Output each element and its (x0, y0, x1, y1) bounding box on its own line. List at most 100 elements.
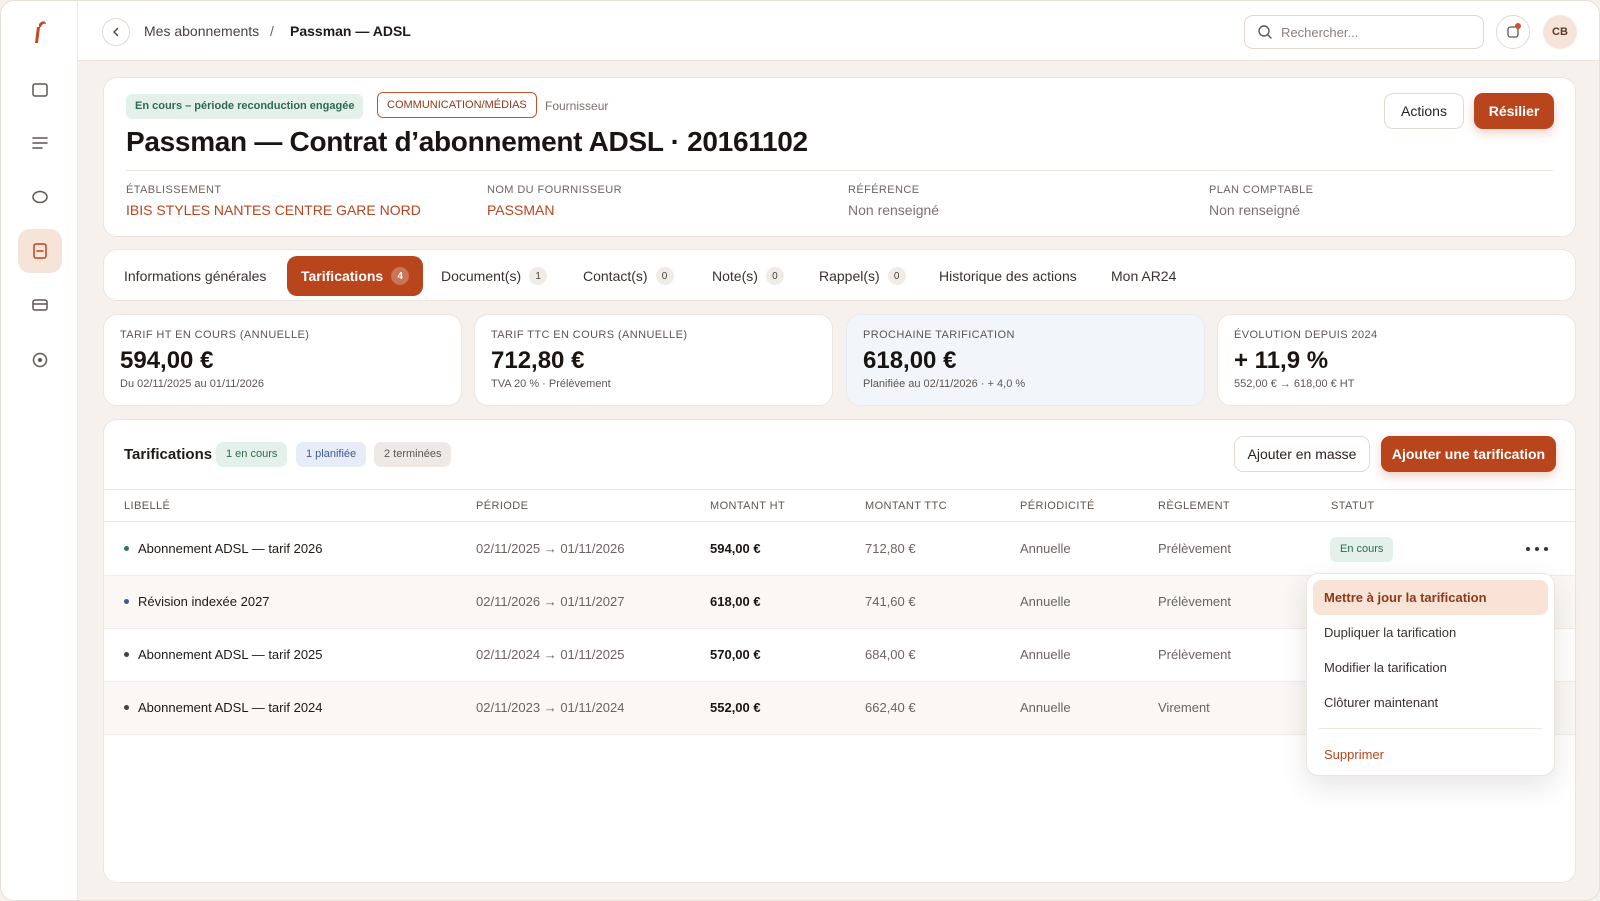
column-header-label: LIBELLÉ (124, 500, 171, 512)
column-header-periodicity: PÉRIODICITÉ (1020, 500, 1095, 512)
tab-count: 0 (765, 267, 784, 285)
tab-contacts[interactable]: Contact(s) 0 (569, 256, 688, 296)
tab-label: Mon AR24 (1111, 268, 1177, 284)
meta-chart-of-accounts: PLAN COMPTABLE Non renseigné (1209, 184, 1313, 218)
row-actions-menu: Mettre à jour la tarification Dupliquer … (1306, 573, 1555, 776)
menu-item-update[interactable]: Mettre à jour la tarification (1313, 580, 1548, 615)
tab-ar24[interactable]: Mon AR24 (1097, 256, 1190, 296)
tab-count: 0 (655, 267, 674, 285)
sidebar-item-subscriptions[interactable] (18, 229, 62, 273)
add-bulk-button[interactable]: Ajouter en masse (1234, 436, 1370, 472)
table-row[interactable]: Abonnement ADSL — tarif 2026 02/11/2025 … (104, 523, 1575, 576)
row-payment: Virement (1158, 700, 1210, 715)
chevron-left-icon (113, 27, 119, 37)
resilier-button[interactable]: Résilier (1474, 93, 1554, 129)
tab-history[interactable]: Historique des actions (925, 256, 1091, 296)
meta-establishment: ÉTABLISSEMENT IBIS STYLES NANTES CENTRE … (126, 184, 421, 218)
sidebar-item-settings[interactable] (18, 338, 62, 382)
kpi-value: + 11,9 % (1234, 347, 1329, 374)
tab-tarifications[interactable]: Tarifications 4 (287, 256, 424, 296)
establishment-link[interactable]: IBIS STYLES NANTES CENTRE GARE NORD (126, 202, 421, 218)
kpi-card-ttc: TARIF TTC EN COURS (ANNUELLE) 712,80 € T… (474, 314, 833, 406)
tab-count: 1 (529, 267, 548, 285)
row-payment: Prélèvement (1158, 541, 1231, 556)
status-dot (124, 652, 129, 657)
circle-icon (32, 190, 48, 204)
row-amount-ht: 552,00 € (710, 700, 761, 715)
chip-terminees: 2 terminées (374, 442, 452, 467)
header-divider (126, 170, 1553, 171)
sidebar-item-list[interactable] (18, 121, 62, 165)
table-header: LIBELLÉ PÉRIODE MONTANT HT MONTANT TTC P… (104, 489, 1575, 522)
card-icon (32, 299, 48, 311)
menu-item-delete[interactable]: Supprimer (1313, 737, 1548, 772)
tab-general-info[interactable]: Informations générales (110, 256, 280, 296)
tab-label: Informations générales (124, 268, 267, 284)
table-title: Tarifications (124, 446, 213, 463)
column-header-period: PÉRIODE (476, 500, 529, 512)
menu-item-duplicate[interactable]: Dupliquer la tarification (1313, 615, 1548, 650)
meta-label: RÉFÉRENCE (848, 184, 920, 196)
row-label-text: Abonnement ADSL — tarif 2026 (138, 541, 323, 556)
menu-divider (1319, 728, 1542, 729)
row-period: 02/11/2026 → 01/11/2027 (476, 594, 625, 609)
row-period: 02/11/2024 → 01/11/2025 (476, 647, 625, 662)
row-label: Abonnement ADSL — tarif 2024 (124, 700, 323, 715)
tab-notes[interactable]: Note(s) 0 (698, 256, 798, 296)
row-payment: Prélèvement (1158, 647, 1231, 662)
kpi-value: 594,00 € (120, 347, 214, 374)
reference-value: Non renseigné (848, 202, 940, 218)
back-button[interactable] (102, 18, 130, 46)
sidebar-item-payments[interactable] (18, 283, 62, 327)
status-badge: En cours – période reconduction engagée (126, 94, 364, 119)
row-periodicity: Annuelle (1020, 541, 1071, 556)
column-header-payment: RÈGLEMENT (1158, 500, 1231, 512)
kpi-card-evolution: ÉVOLUTION DEPUIS 2024 + 11,9 % 552,00 € … (1217, 314, 1576, 406)
notifications-button[interactable] (1496, 15, 1530, 49)
kpi-value: 618,00 € (863, 347, 957, 374)
menu-item-edit[interactable]: Modifier la tarification (1313, 650, 1548, 685)
search-input[interactable] (1281, 24, 1461, 40)
column-header-amount-ht: MONTANT HT (710, 500, 786, 512)
status-dot (124, 546, 129, 551)
meta-label: PLAN COMPTABLE (1209, 184, 1314, 196)
contract-header: En cours – période reconduction engagée … (103, 77, 1576, 237)
row-amount-ttc: 684,00 € (865, 647, 916, 662)
column-header-status: STATUT (1331, 500, 1375, 512)
tab-reminders[interactable]: Rappel(s) 0 (805, 256, 920, 296)
row-label: Abonnement ADSL — tarif 2026 (124, 541, 323, 556)
search-box[interactable] (1244, 15, 1484, 49)
kpi-subtext: Planifiée au 02/11/2026 · + 4,0 % (863, 378, 1026, 390)
row-periodicity: Annuelle (1020, 594, 1071, 609)
actions-button[interactable]: Actions (1384, 93, 1464, 129)
chip-planifiee: 1 planifiée (296, 442, 367, 467)
app-window: Mes abonnements / Passman — ADSL CB En c… (0, 0, 1600, 901)
user-avatar[interactable]: CB (1543, 15, 1577, 49)
more-dot (1526, 547, 1530, 551)
menu-item-close[interactable]: Clôturer maintenant (1313, 685, 1548, 720)
meta-reference: RÉFÉRENCE Non renseigné (848, 184, 939, 218)
row-label-text: Abonnement ADSL — tarif 2024 (138, 700, 323, 715)
kpi-label: PROCHAINE TARIFICATION (863, 329, 1015, 341)
row-amount-ttc: 712,80 € (865, 541, 916, 556)
tab-documents[interactable]: Document(s) 1 (427, 256, 561, 296)
breadcrumb-separator: / (270, 23, 274, 39)
tab-label: Document(s) (441, 268, 522, 284)
row-amount-ht: 594,00 € (710, 541, 761, 556)
row-label: Révision indexée 2027 (124, 594, 270, 609)
topbar: Mes abonnements / Passman — ADSL CB (78, 1, 1599, 61)
document-icon (33, 243, 47, 259)
row-more-button[interactable] (1526, 541, 1548, 557)
status-badge: En cours (1330, 537, 1394, 562)
contract-kind: Fournisseur (545, 99, 609, 113)
add-tarification-button[interactable]: Ajouter une tarification (1381, 436, 1556, 472)
breadcrumb-parent-link[interactable]: Mes abonnements (144, 23, 259, 39)
sidebar-item-tags[interactable] (18, 175, 62, 219)
kpi-label: ÉVOLUTION DEPUIS 2024 (1234, 329, 1378, 341)
sidebar (1, 1, 78, 900)
supplier-link[interactable]: PASSMAN (487, 202, 622, 218)
row-label-text: Révision indexée 2027 (138, 594, 270, 609)
meta-label: ÉTABLISSEMENT (126, 184, 222, 196)
row-label-text: Abonnement ADSL — tarif 2025 (138, 647, 323, 662)
sidebar-item-dashboard[interactable] (18, 68, 62, 112)
